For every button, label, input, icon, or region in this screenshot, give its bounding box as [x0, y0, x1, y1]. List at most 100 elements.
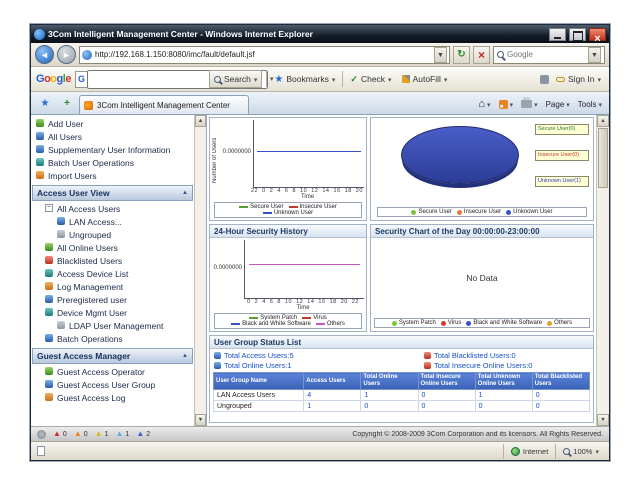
scroll-up-icon[interactable] — [195, 115, 206, 127]
maximize-button[interactable] — [569, 28, 586, 41]
column-header[interactable]: Total Online Users — [361, 373, 418, 390]
scroll-up-icon[interactable] — [597, 115, 609, 127]
sidebar-item-guest-access-user-group[interactable]: Guest Access User Group — [31, 378, 194, 391]
sidebar-item-guest-access-log[interactable]: Guest Access Log — [31, 391, 194, 404]
security-zone-indicator[interactable]: Internet — [503, 444, 555, 459]
search-input[interactable] — [507, 50, 585, 59]
value-cell[interactable]: 1 — [361, 390, 418, 401]
sidebar-item-batch-user-operations[interactable]: Batch User Operations — [31, 156, 194, 169]
sidebar-item-all-online-users[interactable]: All Online Users — [31, 241, 194, 254]
home-button[interactable] — [475, 95, 493, 113]
column-header[interactable]: Access Users — [304, 373, 361, 390]
search-dropdown-button[interactable] — [588, 47, 601, 63]
group-name-cell[interactable]: LAN Access Users — [214, 390, 304, 401]
forward-button[interactable] — [57, 45, 76, 64]
total-online-users[interactable]: Total Online Users:1 — [214, 361, 424, 370]
bookmarks-button[interactable]: ★ Bookmarks — [271, 74, 338, 85]
pie-callout-secure: Secure User(0) — [535, 124, 589, 135]
browser-search-box[interactable] — [493, 46, 605, 64]
main-scroll-track[interactable] — [597, 189, 609, 414]
total-access-users[interactable]: Total Access Users:5 — [214, 351, 424, 360]
collapse-icon[interactable] — [182, 190, 188, 196]
column-header[interactable]: Total Unknown Online Users — [475, 373, 532, 390]
section-header-access-user-view[interactable]: Access User View — [32, 185, 193, 201]
scroll-down-icon[interactable] — [195, 414, 206, 426]
sidebar-item-preregistered-user[interactable]: Preregistered user — [31, 293, 194, 306]
column-header[interactable]: User Group Name — [214, 373, 304, 390]
value-cell[interactable]: 1 — [475, 390, 532, 401]
value-cell[interactable]: 0 — [475, 401, 532, 412]
value-cell[interactable]: 4 — [304, 390, 361, 401]
minimize-button[interactable] — [549, 28, 566, 41]
sign-in-button[interactable]: Sign In — [553, 74, 604, 84]
tab-3com-imc[interactable]: 3Com Intelligent Management Center — [79, 95, 249, 114]
critical-alarm-count[interactable]: ▲0 — [53, 430, 67, 438]
sidebar-item-ungrouped[interactable]: Ungrouped — [31, 228, 194, 241]
tools-menu-button[interactable]: Tools — [575, 95, 605, 113]
url-dropdown-button[interactable] — [434, 47, 447, 63]
sidebar-item-supplementary-user-information[interactable]: Supplementary User Information — [31, 143, 194, 156]
value-cell[interactable]: 0 — [532, 401, 589, 412]
warning-alarm-count[interactable]: ▲1 — [115, 430, 129, 438]
favorites-button[interactable]: ★ — [35, 95, 55, 113]
section-header-guest-access-manager[interactable]: Guest Access Manager — [32, 348, 193, 364]
refresh-button[interactable] — [453, 46, 470, 64]
ie-icon — [34, 29, 45, 40]
zoom-control[interactable]: 100% — [555, 444, 606, 459]
chevron-down-icon — [487, 100, 491, 109]
print-button[interactable] — [518, 95, 541, 113]
stop-button[interactable] — [473, 46, 490, 64]
info-alarm-count[interactable]: ▲2 — [136, 430, 150, 438]
google-g-icon: G — [78, 74, 85, 84]
alarm-triangle-icon: ▲ — [95, 430, 103, 438]
sidebar-item-import-users[interactable]: Import Users — [31, 169, 194, 182]
value-cell[interactable]: 1 — [304, 401, 361, 412]
url-input[interactable] — [95, 50, 431, 59]
title-bar: 3Com Intelligent Management Center - Win… — [31, 25, 609, 43]
page-menu-button[interactable]: Page — [543, 95, 573, 113]
main-scrollbar[interactable] — [596, 115, 609, 426]
alarm-browser-icon[interactable] — [37, 430, 46, 439]
column-header[interactable]: Total Blacklisted Users — [532, 373, 589, 390]
minor-alarm-count[interactable]: ▲1 — [95, 430, 109, 438]
tree-expand-icon[interactable] — [45, 204, 53, 212]
collapse-icon[interactable] — [182, 353, 188, 359]
log-icon — [45, 393, 53, 401]
scroll-down-icon[interactable] — [597, 414, 609, 426]
sidebar-scroll-track[interactable] — [195, 127, 206, 414]
total-insecure-online-users[interactable]: Total Insecure Online Users:0 — [424, 361, 589, 370]
url-box[interactable] — [79, 46, 450, 64]
sidebar-item-all-access-users[interactable]: All Access Users — [31, 202, 194, 215]
google-search-box[interactable]: G — [75, 71, 205, 88]
value-cell[interactable]: 0 — [418, 401, 475, 412]
sidebar-item-log-management[interactable]: Log Management — [31, 280, 194, 293]
column-header[interactable]: Total Insecure Online Users — [418, 373, 475, 390]
bookmark-star-icon: ★ — [274, 74, 283, 85]
scroll-thumb[interactable] — [598, 128, 608, 188]
sidebar-item-guest-access-operator[interactable]: Guest Access Operator — [31, 365, 194, 378]
sidebar-item-all-users[interactable]: All Users — [31, 130, 194, 143]
add-favorite-button[interactable]: + — [57, 95, 77, 113]
sidebar-item-device-mgmt-user[interactable]: Device Mgmt User — [31, 306, 194, 319]
sidebar-item-access-device-list[interactable]: Access Device List — [31, 267, 194, 280]
toolbar-settings-icon[interactable] — [540, 75, 549, 84]
feeds-button[interactable] — [496, 95, 517, 113]
close-button[interactable] — [589, 28, 606, 41]
sidebar-scrollbar[interactable] — [194, 115, 206, 426]
total-blacklisted-users[interactable]: Total Blacklisted Users:0 — [424, 351, 589, 360]
autofill-button[interactable]: AutoFill — [399, 74, 451, 84]
group-name-cell[interactable]: Ungrouped — [214, 401, 304, 412]
sidebar-item-add-user[interactable]: Add User — [31, 117, 194, 130]
major-alarm-count[interactable]: ▲0 — [74, 430, 88, 438]
sidebar-item-blacklisted-users[interactable]: Blacklisted Users — [31, 254, 194, 267]
key-icon — [556, 77, 565, 82]
value-cell[interactable]: 0 — [532, 390, 589, 401]
sidebar-item-batch-operations[interactable]: Batch Operations — [31, 332, 194, 345]
check-button[interactable]: ✓ Check — [347, 74, 394, 85]
google-search-button[interactable]: Search — [209, 70, 262, 88]
value-cell[interactable]: 0 — [418, 390, 475, 401]
back-button[interactable] — [35, 45, 54, 64]
sidebar-item-ldap-user-management[interactable]: LDAP User Management — [31, 319, 194, 332]
sidebar-item-lan-access[interactable]: LAN Access... — [31, 215, 194, 228]
value-cell[interactable]: 0 — [361, 401, 418, 412]
